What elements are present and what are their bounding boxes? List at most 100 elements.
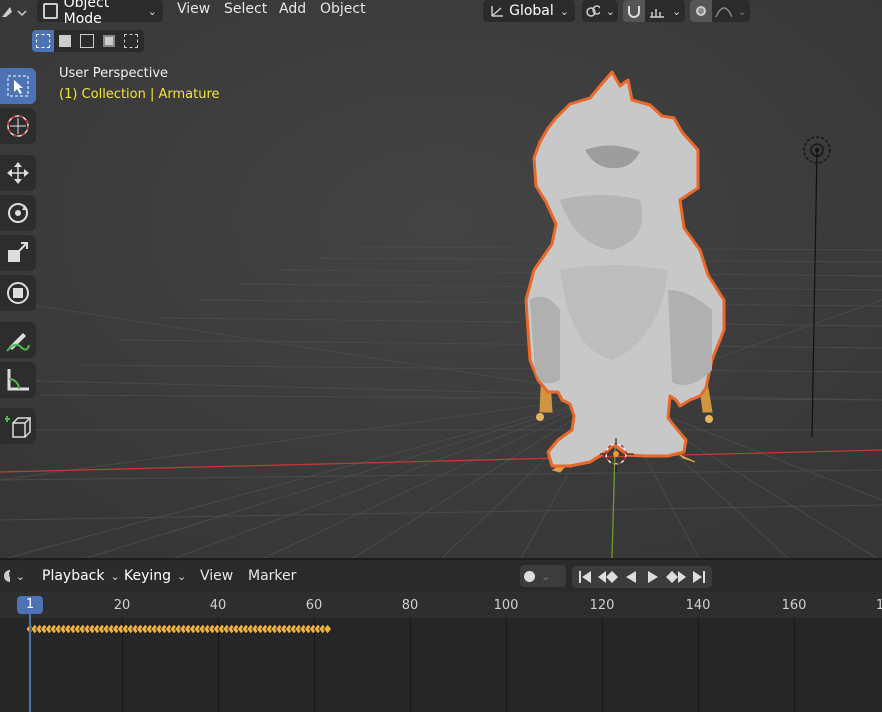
annotate-icon — [6, 333, 30, 352]
keying-dropdown[interactable]: Keying ⌄ — [118, 565, 188, 587]
frame-gridline — [698, 618, 699, 712]
chevron-down-icon: ⌄ — [147, 4, 157, 18]
object-mode-icon — [43, 3, 58, 19]
viewport-title: User Perspective — [59, 66, 169, 81]
select-subtract-icon — [80, 34, 94, 48]
frame-tick-label: 40 — [209, 598, 227, 613]
orientation-label: Global — [509, 3, 554, 19]
tool-rotate[interactable] — [0, 195, 36, 231]
transform-orientation-icon — [491, 6, 504, 17]
chevron-down-icon: ⌄ — [672, 4, 682, 18]
chevron-down-icon: ⌄ — [737, 4, 747, 18]
playback-controls — [572, 566, 712, 588]
frame-gridline — [794, 618, 795, 712]
mode-dropdown[interactable]: Object Mode ⌄ — [37, 0, 163, 27]
frame-gridline — [602, 618, 603, 712]
timeline-editor-type[interactable]: ⌄ — [0, 565, 28, 587]
frame-tick-label: 60 — [305, 598, 323, 613]
mode-label: Object Mode — [63, 0, 110, 27]
falloff-dropdown[interactable]: ⌄ — [712, 0, 750, 22]
tool-cursor[interactable] — [0, 108, 36, 144]
select-intersect-icon — [124, 34, 138, 48]
timeline-menu-marker[interactable]: Marker — [240, 568, 304, 584]
play-icon[interactable] — [642, 567, 664, 587]
record-icon — [524, 570, 535, 582]
frame-tick-label: 120 — [589, 598, 615, 613]
frame-tick-label: 140 — [685, 598, 711, 613]
current-frame-line — [29, 612, 31, 712]
play-reverse-icon[interactable] — [620, 567, 642, 587]
editor-type-icon[interactable] — [0, 2, 28, 22]
select-intersect-button[interactable] — [120, 30, 142, 52]
select-extend-button[interactable] — [54, 30, 76, 52]
proportional-edit-toggle[interactable] — [690, 0, 712, 22]
keyframe-diamond[interactable] — [323, 623, 332, 635]
measure-icon — [7, 369, 29, 391]
3d-viewport[interactable]: Object Mode ⌄ View Select Add Object Glo… — [0, 0, 882, 558]
menu-view[interactable]: View — [169, 1, 218, 17]
select-new-icon — [36, 34, 50, 48]
playback-label: Playback — [42, 568, 105, 584]
pivot-dropdown[interactable]: ⌄ — [582, 0, 618, 22]
frame-gridline — [506, 618, 507, 712]
menu-add[interactable]: Add — [271, 1, 314, 17]
current-frame-indicator[interactable]: 1 — [17, 596, 43, 614]
transform-icon — [7, 282, 29, 304]
tool-add-cube[interactable] — [0, 408, 36, 444]
cursor-icon — [7, 115, 29, 137]
select-new-button[interactable] — [32, 30, 54, 52]
tool-scale[interactable] — [0, 235, 36, 271]
jump-next-keyframe-icon[interactable] — [664, 567, 688, 587]
frame-gridline — [410, 618, 411, 712]
select-difference-button[interactable] — [98, 30, 120, 52]
snap-increment-icon — [650, 9, 664, 18]
tool-annotate[interactable] — [0, 322, 36, 358]
timeline-header: ⌄ Playback ⌄ Keying ⌄ View Marker ⌄ — [0, 560, 882, 592]
select-difference-icon — [103, 35, 115, 47]
pivot-point-icon — [586, 5, 600, 17]
move-icon — [7, 162, 29, 184]
tool-measure[interactable] — [0, 362, 36, 398]
keying-label: Keying — [124, 568, 172, 584]
tool-transform[interactable] — [0, 275, 36, 311]
jump-prev-keyframe-icon[interactable] — [596, 567, 620, 587]
playback-dropdown[interactable]: Playback ⌄ — [36, 565, 120, 587]
timeline-menu-view[interactable]: View — [192, 568, 241, 584]
select-subtract-button[interactable] — [76, 30, 98, 52]
chevron-down-icon: ⌄ — [605, 4, 615, 18]
rotate-icon — [8, 203, 28, 223]
frame-tick-label: 100 — [493, 598, 519, 613]
frame-tick-label: 80 — [401, 598, 419, 613]
tool-select-box[interactable] — [0, 68, 36, 104]
falloff-curve-icon — [715, 7, 732, 18]
chevron-down-icon: ⌄ — [177, 569, 187, 583]
chevron-down-icon: ⌄ — [541, 569, 551, 583]
select-extend-icon — [59, 35, 71, 47]
select-box-icon — [7, 75, 29, 97]
orientation-dropdown[interactable]: Global ⌄ — [483, 0, 575, 22]
auto-keying-toggle[interactable]: ⌄ — [520, 565, 566, 587]
scale-icon — [8, 242, 28, 262]
chevron-down-icon: ⌄ — [15, 569, 25, 583]
frame-tick-label: 1 — [875, 598, 882, 613]
menu-object[interactable]: Object — [312, 1, 374, 17]
magnet-icon — [628, 6, 640, 18]
snap-toggle[interactable] — [623, 0, 645, 22]
viewport-subtitle: (1) Collection | Armature — [59, 87, 220, 102]
viewport-scene — [0, 0, 882, 558]
menu-select[interactable]: Select — [216, 1, 275, 17]
chevron-down-icon: ⌄ — [559, 4, 569, 18]
keyframe-strip[interactable] — [22, 622, 332, 636]
frame-tick-label: 160 — [781, 598, 807, 613]
snap-target-dropdown[interactable]: ⌄ — [645, 0, 685, 22]
clock-icon — [4, 570, 10, 582]
frame-tick-label: 20 — [113, 598, 131, 613]
jump-to-end-icon[interactable] — [688, 567, 710, 587]
frame-ruler[interactable] — [0, 592, 882, 618]
selection-mode-group — [32, 30, 144, 52]
viewport-header: Object Mode ⌄ View Select Add Object Glo… — [0, 0, 882, 27]
proportional-edit-icon — [696, 6, 706, 16]
add-cube-icon — [5, 416, 31, 438]
jump-to-start-icon[interactable] — [574, 567, 596, 587]
tool-move[interactable] — [0, 155, 36, 191]
